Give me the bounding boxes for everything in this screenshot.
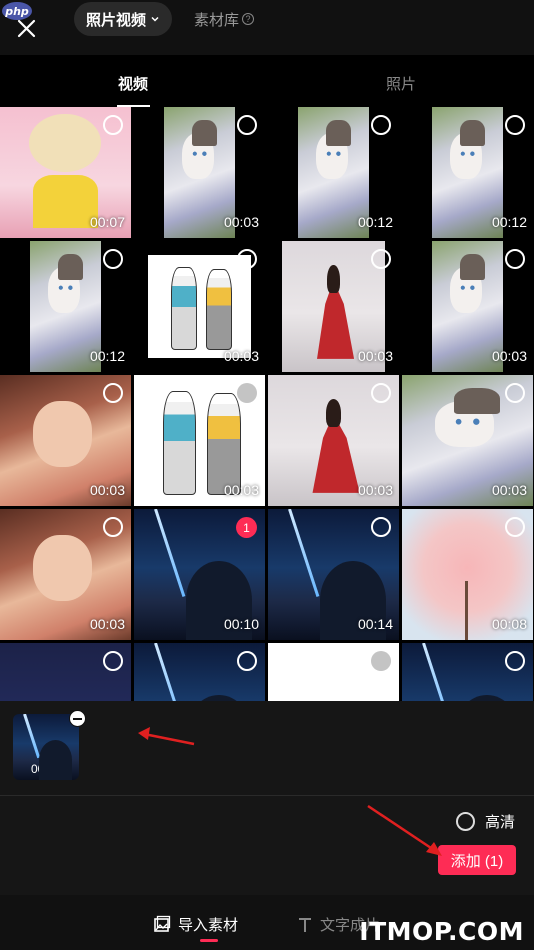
- media-duration: 00:14: [357, 616, 393, 632]
- image-import-icon: [154, 915, 171, 932]
- tab-photo[interactable]: 照片: [386, 73, 416, 94]
- hd-radio[interactable]: [456, 812, 475, 831]
- media-item[interactable]: [134, 643, 265, 701]
- media-duration: 00:03: [223, 348, 259, 364]
- media-item[interactable]: 00:07: [0, 107, 131, 238]
- selected-clip-thumbnail[interactable]: 00:10: [13, 714, 79, 780]
- media-duration: 00:03: [89, 616, 125, 632]
- tab-material-library-label: 素材库: [194, 11, 240, 29]
- close-icon: [17, 19, 36, 38]
- media-item[interactable]: 00:08: [402, 509, 533, 640]
- tab-video[interactable]: 视频: [118, 73, 148, 94]
- media-item[interactable]: 00:03: [268, 241, 399, 372]
- media-item[interactable]: 00:03: [0, 375, 131, 506]
- nav-import-label: 导入素材: [178, 917, 239, 934]
- media-item[interactable]: 00:03: [402, 375, 533, 506]
- select-checkbox[interactable]: [237, 651, 257, 671]
- help-icon[interactable]: ?: [242, 13, 255, 25]
- media-item[interactable]: [268, 643, 399, 701]
- media-duration: 00:12: [89, 348, 125, 364]
- media-item[interactable]: [0, 643, 131, 701]
- select-checkbox[interactable]: [103, 383, 123, 403]
- media-duration: 00:03: [491, 482, 527, 498]
- media-duration: 00:12: [491, 214, 527, 230]
- tab-photos-videos-label: 照片视频: [86, 11, 147, 29]
- select-checkbox[interactable]: [237, 383, 257, 403]
- nav-import-material[interactable]: 导入素材: [152, 914, 238, 935]
- selection-order-badge[interactable]: 1: [236, 517, 257, 538]
- media-item[interactable]: 00:03: [134, 107, 265, 238]
- media-duration: 00:03: [223, 482, 259, 498]
- media-duration: 00:08: [491, 616, 527, 632]
- tab-material-library[interactable]: 素材库 ?: [194, 2, 255, 36]
- media-item[interactable]: 00:14: [268, 509, 399, 640]
- top-bar: php 照片视频 素材库 ?: [0, 0, 534, 55]
- select-checkbox[interactable]: [237, 249, 257, 269]
- add-button[interactable]: 添加 (1): [438, 845, 516, 875]
- select-checkbox[interactable]: [505, 651, 525, 671]
- action-panel: 高清 添加 (1): [0, 795, 534, 895]
- media-item[interactable]: [402, 643, 533, 701]
- select-checkbox[interactable]: [371, 651, 391, 671]
- media-item[interactable]: 00:03: [134, 375, 265, 506]
- site-watermark: ITMOP.COM: [359, 917, 524, 946]
- select-checkbox[interactable]: [371, 517, 391, 537]
- select-checkbox[interactable]: [103, 517, 123, 537]
- media-item[interactable]: 00:12: [402, 107, 533, 238]
- nav-active-indicator: [200, 939, 218, 942]
- select-checkbox[interactable]: [237, 115, 257, 135]
- selected-tray: 00:10: [0, 701, 534, 795]
- text-icon: [299, 917, 311, 932]
- media-duration: 00:03: [223, 214, 259, 230]
- select-checkbox[interactable]: [505, 383, 525, 403]
- media-duration: 00:12: [357, 214, 393, 230]
- select-checkbox[interactable]: [505, 115, 525, 135]
- media-item[interactable]: 00:12: [0, 241, 131, 372]
- select-checkbox[interactable]: [103, 249, 123, 269]
- chevron-down-icon: [151, 16, 159, 22]
- minus-icon: [73, 717, 82, 720]
- media-item[interactable]: 00:03: [268, 375, 399, 506]
- media-duration: 00:03: [357, 348, 393, 364]
- media-item[interactable]: 00:03: [0, 509, 131, 640]
- media-duration: 00:07: [89, 214, 125, 230]
- media-grid: 00:07 00:03 00:12 00:12 00:12 00:03 00:03 00:03…: [0, 107, 534, 701]
- media-item[interactable]: 00:03: [134, 241, 265, 372]
- select-checkbox[interactable]: [505, 517, 525, 537]
- media-type-tabs: 视频 照片: [0, 55, 534, 107]
- media-duration: 00:03: [491, 348, 527, 364]
- selected-clip-duration: 00:10: [30, 762, 62, 776]
- select-checkbox[interactable]: [371, 249, 391, 269]
- hd-toggle[interactable]: 高清: [456, 811, 515, 832]
- media-duration: 00:03: [89, 482, 125, 498]
- media-thumbnail: [148, 255, 251, 358]
- select-checkbox[interactable]: [371, 115, 391, 135]
- media-item[interactable]: 00:12: [268, 107, 399, 238]
- media-item[interactable]: 00:10 1: [134, 509, 265, 640]
- remove-clip-button[interactable]: [69, 710, 86, 727]
- select-checkbox[interactable]: [371, 383, 391, 403]
- media-duration: 00:03: [357, 482, 393, 498]
- media-item[interactable]: 00:03: [402, 241, 533, 372]
- select-checkbox[interactable]: [103, 651, 123, 671]
- select-checkbox[interactable]: [103, 115, 123, 135]
- tab-photos-videos[interactable]: 照片视频: [74, 2, 173, 36]
- select-checkbox[interactable]: [505, 249, 525, 269]
- close-button[interactable]: [12, 12, 42, 42]
- hd-label: 高清: [485, 814, 516, 831]
- media-duration: 00:10: [223, 616, 259, 632]
